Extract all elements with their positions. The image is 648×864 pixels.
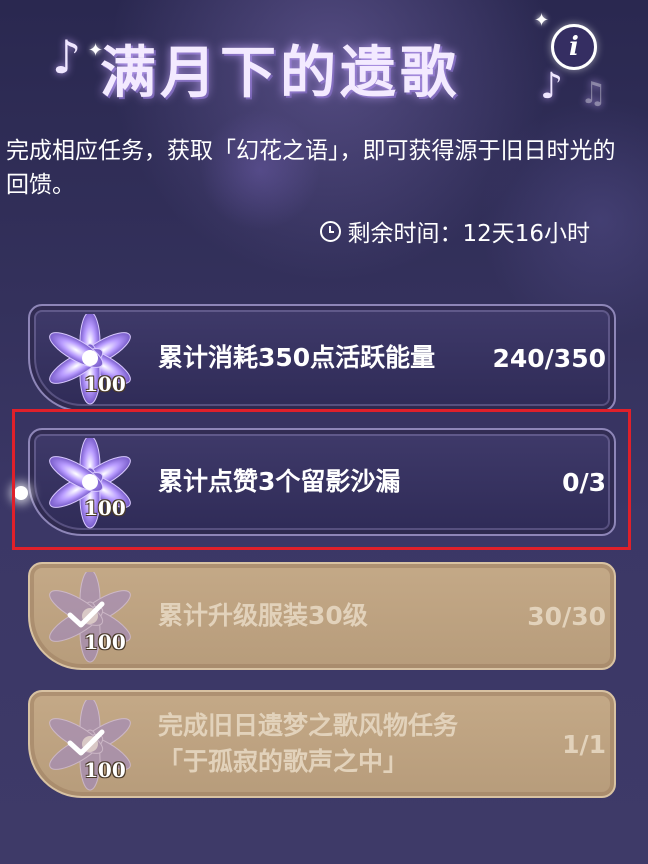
reward-item[interactable]: 100 bbox=[44, 438, 136, 530]
task-card-completed[interactable]: 100 完成旧日遗梦之歌风物任务 「于孤寂的歌声之中」 1/1 bbox=[28, 690, 616, 798]
task-progress: 1/1 bbox=[562, 729, 606, 759]
task-title: 完成旧日遗梦之歌风物任务 「于孤寂的歌声之中」 bbox=[158, 692, 458, 796]
reward-count: 100 bbox=[84, 372, 126, 396]
task-card-completed[interactable]: 100 累计升级服装30级 30/30 bbox=[28, 562, 616, 670]
info-button[interactable]: i bbox=[551, 24, 597, 70]
task-title: 累计升级服装30级 bbox=[158, 601, 368, 630]
music-note-icon: ♫ bbox=[580, 76, 607, 111]
event-description: 完成相应任务，获取「幻花之语」，即可获得源于旧日时光的回馈。 bbox=[6, 138, 616, 198]
reward-item[interactable]: 100 bbox=[44, 314, 136, 406]
music-note-icon: ♪ bbox=[52, 30, 82, 84]
selected-indicator bbox=[14, 486, 28, 500]
clock-icon bbox=[320, 220, 342, 242]
task-card[interactable]: 100 累计点赞3个留影沙漏 0/3 bbox=[28, 428, 616, 536]
music-note-icon: ♪ bbox=[540, 66, 563, 107]
task-title: 累计点赞3个留影沙漏 bbox=[158, 467, 401, 496]
reward-item[interactable]: 100 bbox=[44, 572, 136, 664]
task-subtitle: 「于孤寂的歌声之中」 bbox=[158, 747, 409, 776]
task-progress: 30/30 bbox=[527, 601, 606, 631]
reward-item[interactable]: 100 bbox=[44, 700, 136, 792]
remaining-time-label: 剩余时间：12天16小时 bbox=[347, 221, 590, 247]
checkmark-icon bbox=[67, 729, 105, 756]
remaining-time: 剩余时间：12天16小时 bbox=[320, 214, 590, 248]
info-icon: i bbox=[569, 32, 579, 62]
reward-count: 100 bbox=[84, 496, 126, 520]
task-progress: 0/3 bbox=[562, 467, 606, 497]
page-title: 满月下的遗歌 bbox=[100, 40, 460, 106]
task-progress: 240/350 bbox=[492, 343, 606, 373]
checkmark-icon bbox=[67, 601, 105, 628]
task-card[interactable]: 100 累计消耗350点活跃能量 240/350 bbox=[28, 304, 616, 412]
sparkle-icon: ✦ bbox=[534, 10, 550, 31]
reward-count: 100 bbox=[84, 630, 126, 654]
reward-count: 100 bbox=[84, 758, 126, 782]
task-title: 累计消耗350点活跃能量 bbox=[158, 343, 436, 372]
